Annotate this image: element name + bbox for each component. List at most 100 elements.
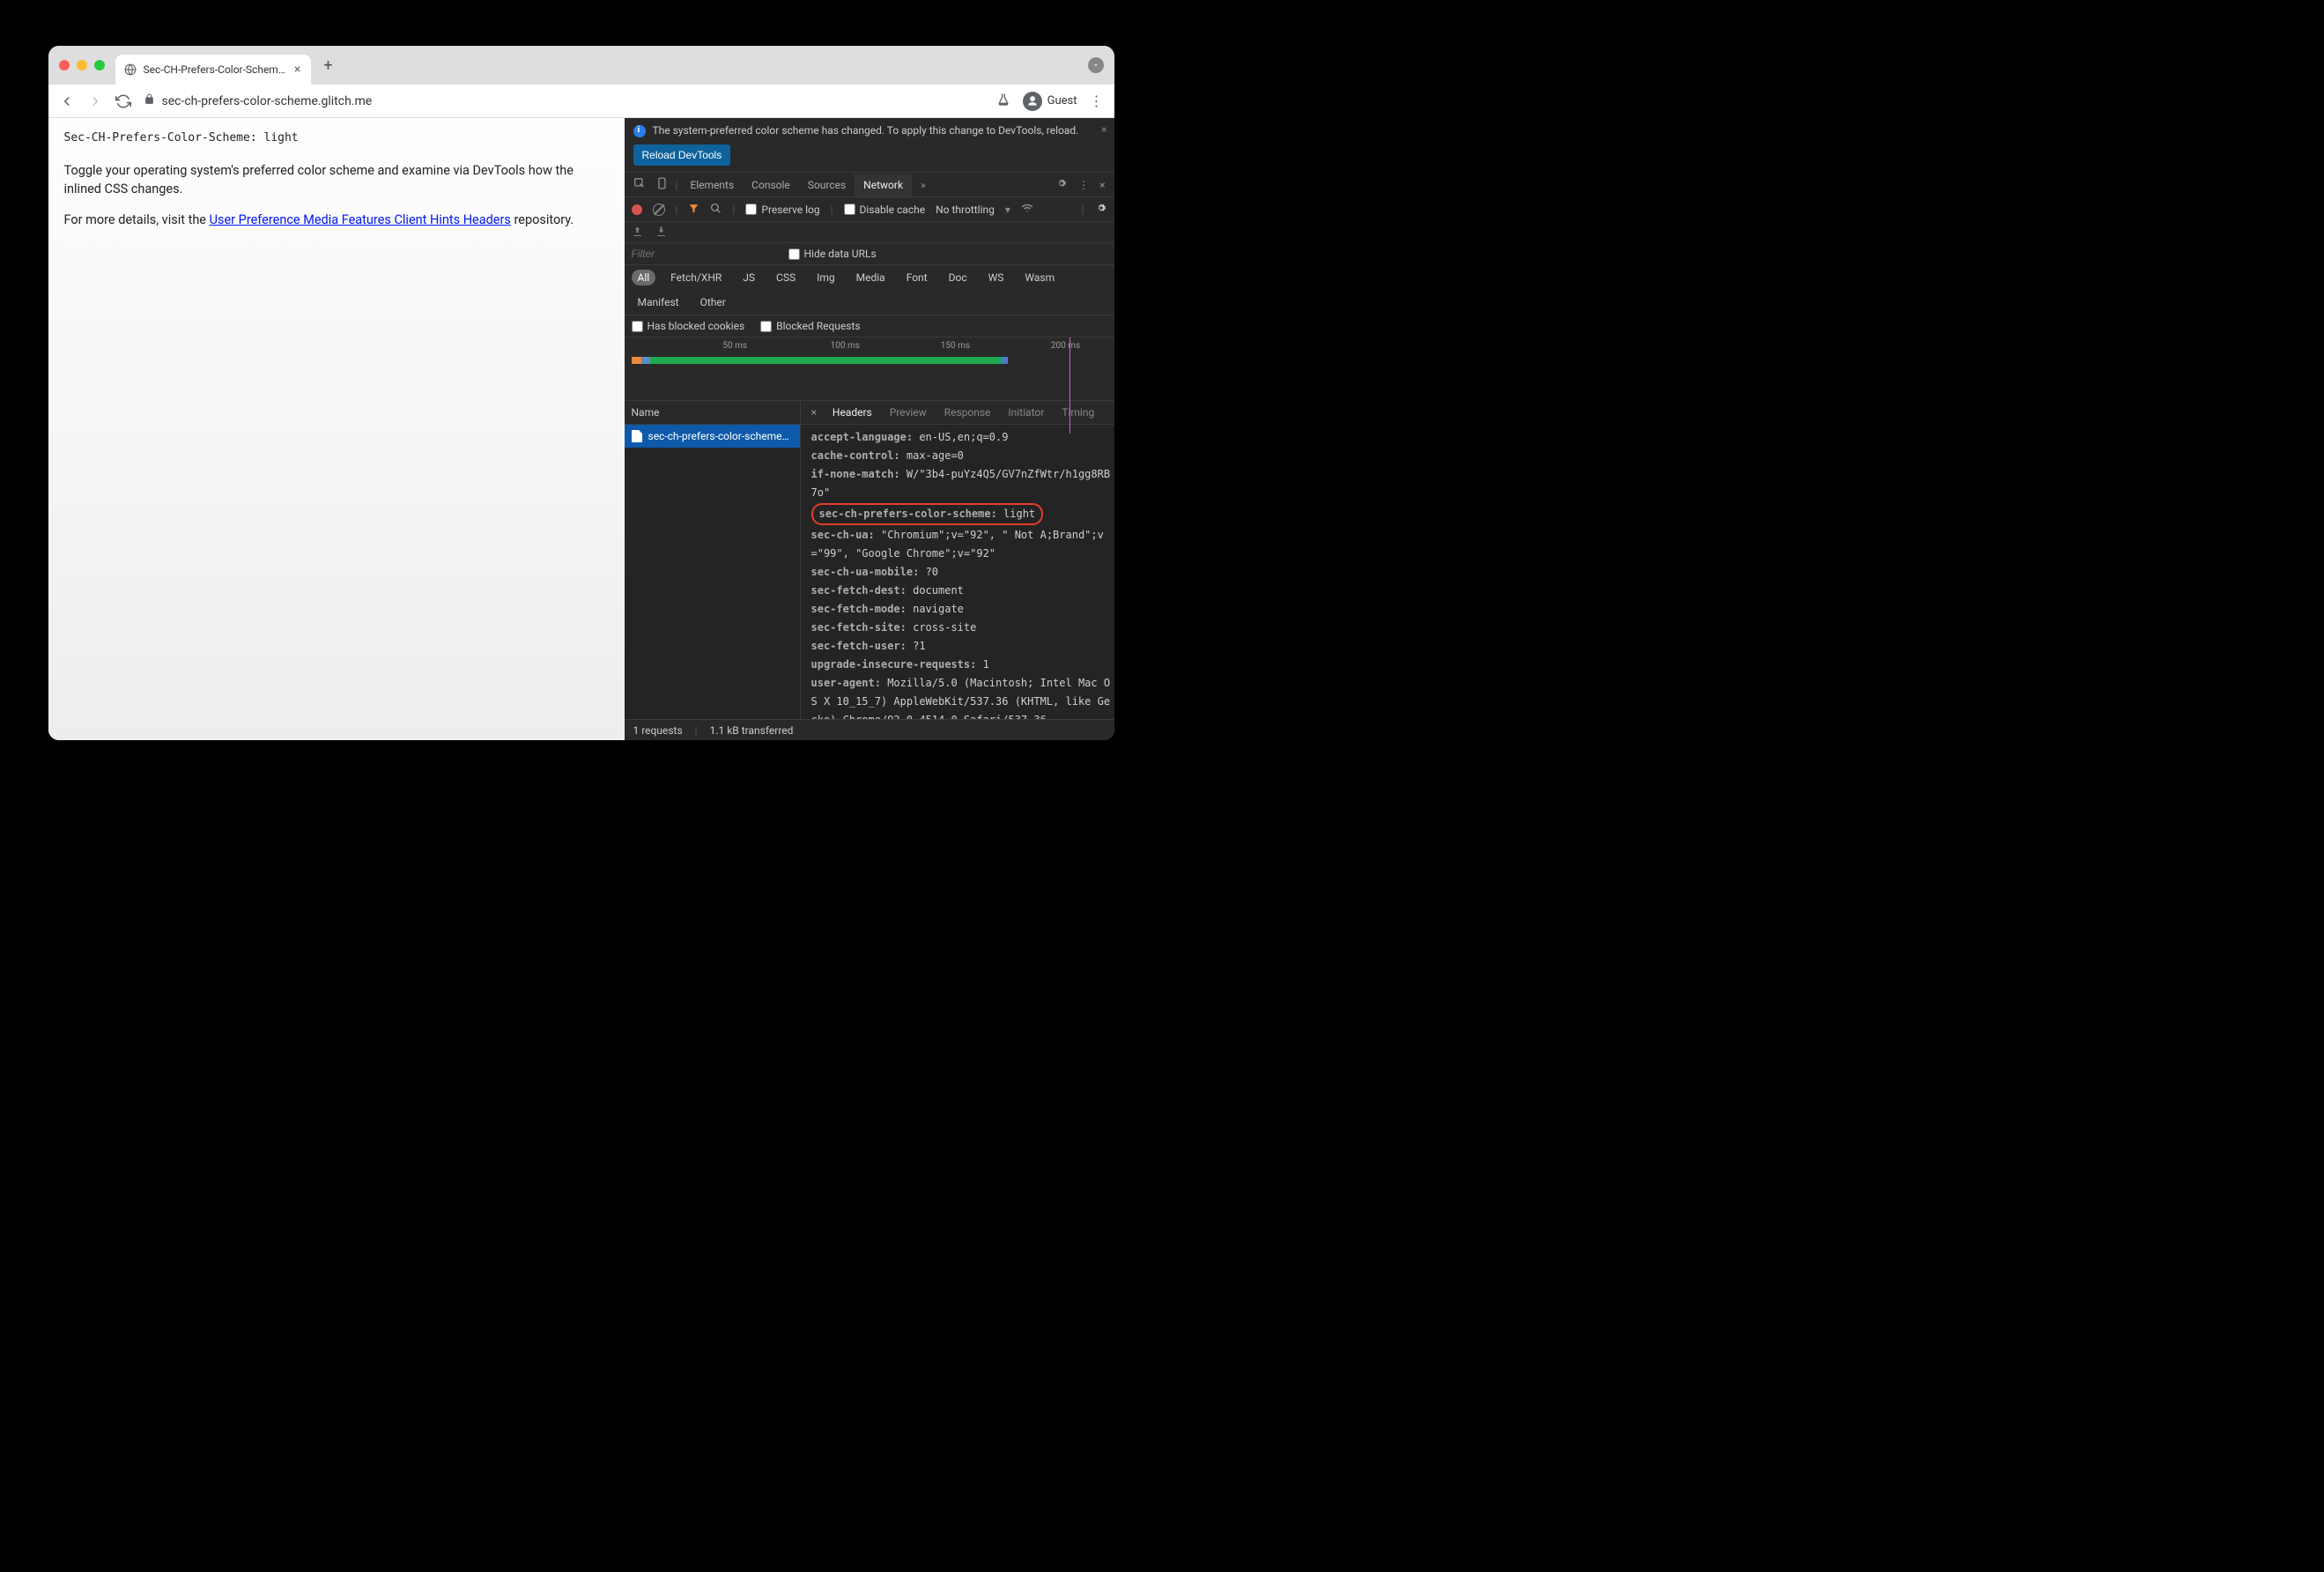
minimize-window-button[interactable]: [77, 60, 87, 70]
inspect-icon[interactable]: [630, 174, 649, 196]
address-bar: sec-ch-prefers-color-scheme.glitch.me Gu…: [48, 85, 1114, 118]
devtools-tab-row: | ElementsConsoleSourcesNetwork » ⋮ ×: [625, 173, 1114, 197]
devtools-panel: The system-preferred color scheme has ch…: [625, 118, 1114, 740]
banner-text: The system-preferred color scheme has ch…: [653, 124, 1079, 137]
profile-label: Guest: [1047, 94, 1077, 108]
globe-icon: [124, 63, 137, 76]
wifi-icon[interactable]: [1021, 202, 1033, 217]
more-tabs-button[interactable]: »: [917, 175, 929, 195]
page-header-line: Sec-CH-Prefers-Color-Scheme: light: [64, 130, 609, 147]
filter-row: Hide data URLs: [625, 243, 1114, 265]
preserve-log-checkbox[interactable]: Preserve log: [745, 204, 819, 216]
status-bar: 1 requests | 1.1 kB transferred: [625, 719, 1114, 740]
tabs-dropdown-button[interactable]: [1088, 57, 1104, 73]
page-link[interactable]: User Preference Media Features Client Hi…: [210, 212, 511, 227]
upload-har-icon[interactable]: [632, 226, 643, 240]
header-line: sec-ch-ua-mobile: ?0: [808, 563, 1114, 582]
type-filter-media[interactable]: Media: [850, 270, 892, 285]
document-icon: [632, 430, 642, 442]
settings-icon[interactable]: [1052, 174, 1071, 196]
info-icon: [633, 125, 646, 137]
header-line: cache-control: max-age=0: [808, 447, 1114, 465]
type-filter-fetch-xhr[interactable]: Fetch/XHR: [664, 270, 728, 285]
profile-badge[interactable]: Guest: [1023, 92, 1077, 111]
banner-close-button[interactable]: ×: [1101, 123, 1106, 136]
type-filter-doc[interactable]: Doc: [943, 270, 973, 285]
network-settings-icon[interactable]: [1095, 202, 1107, 217]
close-window-button[interactable]: [59, 60, 70, 70]
type-filter-js[interactable]: JS: [736, 270, 761, 285]
hide-data-urls-checkbox[interactable]: Hide data URLs: [788, 248, 877, 260]
type-filter-all[interactable]: All: [632, 270, 656, 285]
header-line: sec-ch-ua: "Chromium";v="92", " Not A;Br…: [808, 526, 1114, 563]
browser-tab[interactable]: Sec-CH-Prefers-Color-Schem… ×: [115, 55, 312, 85]
titlebar: Sec-CH-Prefers-Color-Schem… × +: [48, 46, 1114, 85]
detail-tab-headers[interactable]: Headers: [824, 402, 881, 423]
type-filter-ws[interactable]: WS: [982, 270, 1010, 285]
content-area: Sec-CH-Prefers-Color-Scheme: light Toggl…: [48, 118, 1114, 740]
header-line: upgrade-insecure-requests: 1: [808, 656, 1114, 674]
disable-cache-checkbox[interactable]: Disable cache: [844, 204, 926, 216]
panel-tab-console[interactable]: Console: [743, 174, 799, 196]
forward-button[interactable]: [87, 93, 103, 109]
device-icon[interactable]: [653, 174, 672, 196]
reload-button[interactable]: [115, 93, 131, 109]
header-line: sec-fetch-dest: document: [808, 582, 1114, 600]
header-line: user-agent: Mozilla/5.0 (Macintosh; Inte…: [808, 674, 1114, 719]
network-toolbar-2: [625, 222, 1114, 243]
type-filter-css[interactable]: CSS: [770, 270, 802, 285]
search-icon[interactable]: [710, 203, 722, 217]
type-filter-img[interactable]: Img: [810, 270, 841, 285]
header-line: accept-language: en-US,en;q=0.9: [808, 428, 1114, 447]
detail-tab-preview[interactable]: Preview: [881, 402, 936, 423]
status-requests: 1 requests: [633, 724, 683, 737]
type-filter-other[interactable]: Other: [694, 294, 732, 310]
url-input[interactable]: sec-ch-prefers-color-scheme.glitch.me: [144, 93, 984, 108]
panel-tab-elements[interactable]: Elements: [681, 174, 743, 196]
record-button[interactable]: [632, 204, 642, 215]
browser-window: Sec-CH-Prefers-Color-Schem… × + sec-ch-p…: [48, 46, 1114, 740]
chevron-down-icon: ▾: [1005, 204, 1010, 216]
type-filter-wasm[interactable]: Wasm: [1018, 270, 1061, 285]
new-tab-button[interactable]: +: [323, 56, 332, 75]
request-list-header[interactable]: Name: [625, 401, 800, 425]
devtools-close-button[interactable]: ×: [1096, 175, 1108, 195]
blocked-cookies-checkbox[interactable]: Has blocked cookies: [632, 320, 745, 332]
blocked-requests-checkbox[interactable]: Blocked Requests: [760, 320, 860, 332]
panel-tab-sources[interactable]: Sources: [799, 174, 855, 196]
throttling-select[interactable]: No throttling: [936, 204, 995, 216]
blocked-cookies-label: Has blocked cookies: [648, 320, 745, 332]
detail-tab-response[interactable]: Response: [936, 402, 1000, 423]
timeline[interactable]: 50 ms100 ms150 ms200 ms: [625, 337, 1114, 401]
request-row[interactable]: sec-ch-prefers-color-scheme…: [625, 425, 800, 448]
network-toolbar: | | Preserve log | Disable cache No thro…: [625, 197, 1114, 222]
filter-icon[interactable]: [688, 203, 699, 217]
maximize-window-button[interactable]: [94, 60, 105, 70]
download-har-icon[interactable]: [655, 226, 667, 240]
browser-menu-button[interactable]: ⋮: [1090, 93, 1104, 109]
headers-body[interactable]: accept-language: en-US,en;q=0.9cache-con…: [801, 425, 1114, 719]
flask-icon[interactable]: [996, 93, 1010, 110]
back-button[interactable]: [59, 93, 75, 109]
type-filter-font[interactable]: Font: [900, 270, 934, 285]
header-line: sec-fetch-site: cross-site: [808, 619, 1114, 637]
url-text: sec-ch-prefers-color-scheme.glitch.me: [162, 94, 373, 108]
kebab-icon[interactable]: ⋮: [1075, 175, 1092, 195]
timeline-tick: 150 ms: [941, 341, 970, 351]
filter-input[interactable]: [632, 248, 773, 260]
reload-devtools-button[interactable]: Reload DevTools: [633, 145, 731, 166]
panel-tab-network[interactable]: Network: [855, 174, 912, 196]
type-filter-row: All Fetch/XHR JS CSS Img Media Font Doc WS Wasm Ma…: [625, 265, 1114, 315]
detail-tab-initiator[interactable]: Initiator: [999, 402, 1053, 423]
type-filter-manifest[interactable]: Manifest: [632, 294, 685, 310]
clear-button[interactable]: [653, 204, 665, 216]
detail-tab-timing[interactable]: Timing: [1053, 402, 1103, 423]
page-viewport: Sec-CH-Prefers-Color-Scheme: light Toggl…: [48, 118, 625, 740]
preserve-log-label: Preserve log: [761, 204, 819, 216]
devtools-banner: The system-preferred color scheme has ch…: [625, 118, 1114, 173]
tab-close-button[interactable]: ×: [292, 63, 302, 77]
page-p2-pre: For more details, visit the: [64, 212, 210, 227]
status-transferred: 1.1 kB transferred: [710, 724, 794, 737]
detail-close-button[interactable]: ×: [806, 406, 822, 419]
highlighted-header: sec-ch-prefers-color-scheme: light: [811, 503, 1044, 525]
